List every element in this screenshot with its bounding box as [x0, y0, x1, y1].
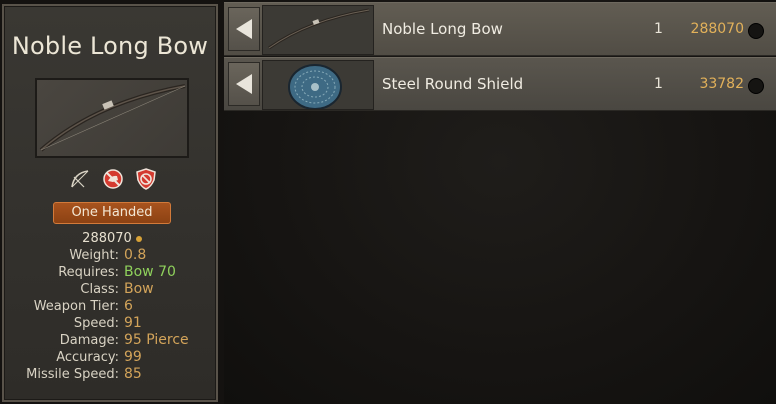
stat-row: Damage: 95 Pierce — [4, 332, 220, 349]
stat-label: Missile Speed: — [26, 367, 119, 382]
item-name: Steel Round Shield — [382, 75, 524, 93]
stat-value: 91 — [124, 315, 142, 331]
round-shield-thumbnail-icon — [288, 64, 342, 110]
stat-label: Requires: — [58, 265, 119, 280]
round-shield-thumbnail — [262, 60, 374, 110]
coin-icon — [748, 78, 764, 94]
item-name: Noble Long Bow — [382, 20, 503, 38]
list-item-steel-round-shield[interactable]: Steel Round Shield 1 33782 — [224, 57, 776, 111]
item-flags — [68, 167, 158, 191]
left-arrow-icon — [236, 19, 252, 39]
stat-label: Accuracy: — [56, 350, 119, 365]
transfer-arrow-button[interactable] — [228, 62, 260, 106]
item-stats: Weight: 0.8 Requires: Bow 70 Class: Bow Weapon… — [4, 247, 220, 383]
item-title: Noble Long Bow — [11, 32, 209, 60]
no-mount-icon — [103, 169, 123, 189]
stat-label: Speed: — [73, 316, 119, 331]
stat-value: 0.8 — [124, 247, 147, 263]
item-list: Noble Long Bow 1 288070 Steel Round Shie… — [224, 0, 776, 404]
item-price: 288070 — [690, 21, 744, 37]
left-arrow-icon — [236, 74, 252, 94]
stat-label: Weapon Tier: — [33, 299, 119, 314]
item-preview-image — [35, 78, 189, 158]
no-shield-icon — [136, 168, 156, 190]
item-price-line: 288070 — [4, 231, 220, 246]
stat-row: Missile Speed: 85 — [4, 366, 220, 383]
stat-row: Requires: Bow 70 — [4, 264, 220, 281]
item-quantity: 1 — [654, 76, 663, 92]
bow-icon — [71, 170, 89, 188]
stat-row: Accuracy: 99 — [4, 349, 220, 366]
bow-preview-icon — [39, 84, 186, 152]
stat-value: 99 — [124, 349, 142, 365]
stat-value: 85 — [124, 366, 142, 382]
stat-value: 6 — [124, 298, 133, 314]
transfer-arrow-button[interactable] — [228, 7, 260, 51]
item-quantity: 1 — [654, 21, 663, 37]
item-tooltip-panel: Noble Long Bow One Handed 288070 Weight:… — [2, 4, 218, 402]
stat-row: Speed: 91 — [4, 315, 220, 332]
bow-thumbnail-icon — [268, 8, 370, 50]
stat-label: Weight: — [69, 248, 119, 263]
stat-value: Bow — [124, 281, 154, 297]
stat-row: Weight: 0.8 — [4, 247, 220, 264]
stat-label: Class: — [80, 282, 119, 297]
stat-row: Weapon Tier: 6 — [4, 298, 220, 315]
stat-value: 95 Pierce — [124, 332, 189, 348]
item-price-value: 288070 — [82, 231, 132, 246]
stat-row: Class: Bow — [4, 281, 220, 298]
stat-value: Bow 70 — [124, 264, 176, 280]
item-price: 33782 — [699, 76, 744, 92]
coin-icon — [135, 235, 142, 242]
stat-label: Damage: — [59, 333, 119, 348]
usage-badge: One Handed — [53, 202, 171, 224]
list-item-noble-long-bow[interactable]: Noble Long Bow 1 288070 — [224, 2, 776, 56]
coin-icon — [748, 23, 764, 39]
bow-thumbnail — [262, 5, 374, 55]
